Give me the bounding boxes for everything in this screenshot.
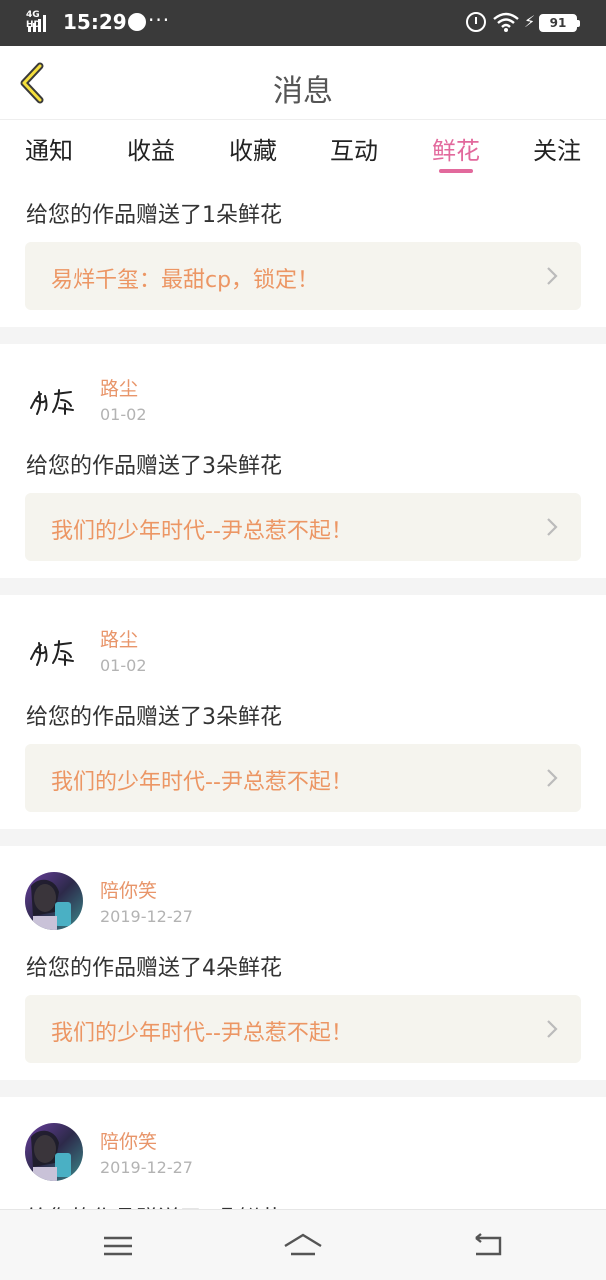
message-date: 01-02	[100, 405, 147, 424]
divider	[0, 327, 606, 344]
sender-name[interactable]: 陪你笑	[100, 1127, 157, 1154]
sender-name[interactable]: 路尘	[100, 625, 138, 652]
list-item: 陪你笑 2019-12-27 给您的作品赠送了4朵鲜花 我们的少年时代--尹总惹…	[0, 846, 606, 1080]
chevron-right-icon	[547, 769, 558, 787]
divider	[0, 1080, 606, 1097]
charging-icon: ⚡	[524, 12, 536, 31]
page-title: 消息	[273, 74, 333, 109]
signature-avatar[interactable]	[25, 370, 83, 428]
work-title: 我们的少年时代--尹总惹不起！	[51, 1021, 353, 1046]
app-header: 消息	[0, 46, 606, 120]
chevron-right-icon	[547, 1020, 558, 1038]
status-bar: 4G HD 15:29 ··· ⚡ 91	[0, 0, 606, 46]
signal-icon: 4G HD	[26, 10, 54, 34]
menu-icon[interactable]	[98, 1230, 138, 1262]
list-item: 给您的作品赠送了1朵鲜花 易烊千玺：最甜cp，锁定！	[0, 177, 606, 327]
chevron-right-icon	[547, 267, 558, 285]
list-item: 陪你笑 2019-12-27 给您的作品赠送了4朵鲜花	[0, 1097, 606, 1209]
message-text: 给您的作品赠送了3朵鲜花	[26, 454, 282, 479]
wifi-icon	[493, 12, 519, 32]
signature-avatar[interactable]	[25, 621, 83, 679]
alarm-icon	[466, 12, 486, 32]
system-nav-bar	[0, 1209, 606, 1280]
list-item: 路尘 01-02 给您的作品赠送了3朵鲜花 我们的少年时代--尹总惹不起！	[0, 344, 606, 578]
more-notifications: ···	[148, 8, 171, 32]
active-tab-indicator	[439, 169, 473, 173]
tab-follows[interactable]: 关注	[533, 131, 581, 166]
battery-indicator: 91	[539, 14, 580, 32]
back-icon[interactable]	[468, 1230, 508, 1262]
message-text: 给您的作品赠送了4朵鲜花	[26, 1201, 282, 1209]
message-date: 01-02	[100, 656, 147, 675]
flower-message-list[interactable]: 给您的作品赠送了1朵鲜花 易烊千玺：最甜cp，锁定！ 路尘 01-02 给您的作…	[0, 177, 606, 1209]
divider	[0, 829, 606, 846]
message-date: 2019-12-27	[100, 1158, 193, 1177]
message-date: 2019-12-27	[100, 907, 193, 926]
tab-earnings[interactable]: 收益	[127, 131, 175, 166]
tab-favorites[interactable]: 收藏	[229, 131, 277, 166]
message-text: 给您的作品赠送了1朵鲜花	[26, 203, 282, 228]
chevron-right-icon	[547, 518, 558, 536]
tab-flowers[interactable]: 鲜花	[432, 131, 480, 166]
tab-bar: 通知 收益 收藏 互动 鲜花 关注	[0, 121, 606, 177]
divider	[0, 578, 606, 595]
sender-name[interactable]: 路尘	[100, 374, 138, 401]
work-link[interactable]: 我们的少年时代--尹总惹不起！	[25, 744, 581, 812]
app-notification-icon	[128, 13, 146, 31]
message-text: 给您的作品赠送了3朵鲜花	[26, 705, 282, 730]
work-link[interactable]: 我们的少年时代--尹总惹不起！	[25, 995, 581, 1063]
photo-avatar[interactable]	[25, 1123, 83, 1181]
list-item: 路尘 01-02 给您的作品赠送了3朵鲜花 我们的少年时代--尹总惹不起！	[0, 595, 606, 829]
tab-interactions[interactable]: 互动	[330, 131, 378, 166]
message-text: 给您的作品赠送了4朵鲜花	[26, 956, 282, 981]
work-title: 易烊千玺：最甜cp，锁定！	[51, 268, 320, 293]
work-title: 我们的少年时代--尹总惹不起！	[51, 519, 353, 544]
status-time: 15:29	[63, 10, 127, 34]
home-icon[interactable]	[283, 1230, 323, 1262]
work-link[interactable]: 我们的少年时代--尹总惹不起！	[25, 493, 581, 561]
work-title: 我们的少年时代--尹总惹不起！	[51, 770, 353, 795]
work-link[interactable]: 易烊千玺：最甜cp，锁定！	[25, 242, 581, 310]
tab-notifications[interactable]: 通知	[25, 131, 73, 166]
sender-name[interactable]: 陪你笑	[100, 876, 157, 903]
photo-avatar[interactable]	[25, 872, 83, 930]
